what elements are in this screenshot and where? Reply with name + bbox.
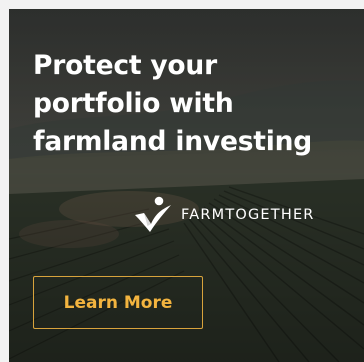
farmtogether-logo-icon — [135, 196, 171, 232]
brand-lockup: FARMTOGETHER — [133, 195, 315, 235]
headline-line-3: farmland investing — [33, 126, 313, 157]
headline-line-1: Protect your — [33, 50, 217, 81]
farmland-ad-banner[interactable]: Protect your portfolio with farmland inv… — [9, 9, 364, 362]
learn-more-button[interactable]: Learn More — [33, 276, 203, 329]
headline-line-2: portfolio with — [33, 88, 234, 119]
ad-headline: Protect your portfolio with farmland inv… — [33, 47, 353, 161]
brand-name: FARMTOGETHER — [181, 207, 315, 223]
